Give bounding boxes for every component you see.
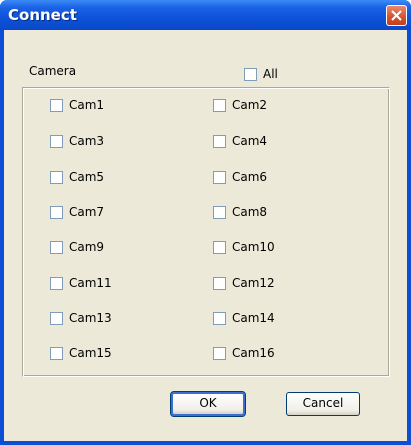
title-bar[interactable]: Connect	[0, 0, 411, 30]
camera-label: Camera	[29, 64, 77, 78]
camera-group-box	[22, 87, 390, 377]
camera-checkbox[interactable]	[50, 135, 63, 148]
camera-checkbox[interactable]	[50, 277, 63, 290]
camera-checkbox[interactable]	[50, 99, 63, 112]
camera-label-text: Cam9	[69, 240, 105, 254]
camera-label-text: Cam14	[232, 311, 275, 325]
dialog-body: Camera All Cam1 Cam2 Cam3 Cam4 Cam5 Cam6…	[4, 30, 407, 441]
camera-label-text: Cam15	[69, 346, 112, 360]
camera-checkbox[interactable]	[213, 135, 226, 148]
camera-label-text: Cam8	[232, 205, 268, 219]
camera-checkbox[interactable]	[213, 347, 226, 360]
camera-checkbox[interactable]	[50, 241, 63, 254]
camera-label-text: Cam6	[232, 170, 268, 184]
camera-label-text: Cam2	[232, 98, 268, 112]
camera-checkbox[interactable]	[50, 347, 63, 360]
camera-checkbox[interactable]	[213, 206, 226, 219]
all-label: All	[263, 67, 278, 81]
camera-label-text: Cam10	[232, 240, 275, 254]
camera-label-text: Cam12	[232, 276, 275, 290]
camera-label-text: Cam11	[69, 276, 112, 290]
camera-checkbox[interactable]	[50, 206, 63, 219]
camera-label-text: Cam3	[69, 134, 105, 148]
camera-checkbox[interactable]	[213, 99, 226, 112]
close-icon	[391, 10, 402, 21]
window-title: Connect	[8, 6, 77, 24]
camera-label-text: Cam7	[69, 205, 105, 219]
camera-label-text: Cam1	[69, 98, 105, 112]
camera-label-text: Cam13	[69, 311, 112, 325]
camera-label-text: Cam5	[69, 170, 105, 184]
camera-checkbox[interactable]	[213, 171, 226, 184]
ok-button[interactable]: OK	[170, 391, 246, 417]
camera-checkbox[interactable]	[213, 312, 226, 325]
camera-checkbox[interactable]	[213, 241, 226, 254]
camera-checkbox[interactable]	[213, 277, 226, 290]
close-button[interactable]	[386, 5, 407, 26]
all-checkbox[interactable]	[244, 68, 257, 81]
cancel-button[interactable]: Cancel	[286, 392, 360, 416]
connect-dialog: Connect Camera All Cam1 Cam2 Cam3 Cam4 C…	[0, 0, 411, 445]
camera-checkbox[interactable]	[50, 171, 63, 184]
camera-label-text: Cam16	[232, 346, 275, 360]
camera-checkbox[interactable]	[50, 312, 63, 325]
camera-label-text: Cam4	[232, 134, 268, 148]
